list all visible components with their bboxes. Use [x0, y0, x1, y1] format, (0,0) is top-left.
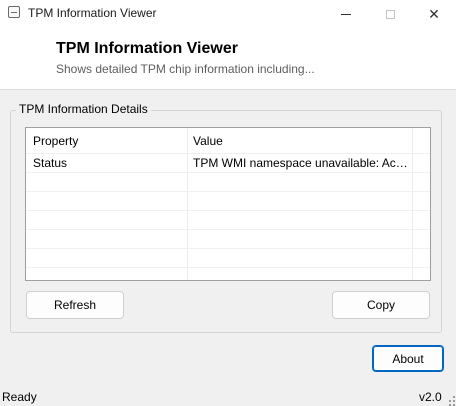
- close-icon: ✕: [428, 5, 440, 22]
- table-header-row: Property Value: [26, 128, 430, 154]
- empty-table-row: [26, 230, 430, 249]
- empty-table-row: [26, 173, 430, 192]
- about-button[interactable]: About: [372, 345, 444, 372]
- refresh-button[interactable]: Refresh: [26, 291, 124, 319]
- column-header-property[interactable]: Property: [33, 128, 183, 152]
- table-row[interactable]: Status TPM WMI namespace unavailable: Ac…: [26, 154, 430, 173]
- table-cell-value: TPM WMI namespace unavailable: Access de…: [193, 156, 411, 170]
- table-cell-property: Status: [33, 156, 68, 170]
- tpm-info-table[interactable]: Property Value Status TPM WMI namespace …: [25, 127, 431, 281]
- maximize-button[interactable]: [368, 0, 412, 28]
- resize-grip-icon[interactable]: [447, 394, 456, 406]
- app-window-icon: [8, 6, 20, 18]
- column-header-value[interactable]: Value: [193, 128, 411, 152]
- status-text: Ready: [2, 390, 37, 404]
- groupbox-title: TPM Information Details: [16, 102, 151, 116]
- close-button[interactable]: ✕: [412, 0, 456, 28]
- empty-table-row: [26, 211, 430, 230]
- minimize-icon: [341, 13, 351, 15]
- status-bar: Ready v2.0: [0, 388, 456, 406]
- maximize-icon: [385, 9, 395, 19]
- header-banner: TPM Information Viewer Shows detailed TP…: [0, 28, 456, 90]
- minimize-button[interactable]: [324, 0, 368, 28]
- main-window: TPM Information Viewer ✕ TPM Information…: [0, 0, 456, 406]
- copy-button[interactable]: Copy: [332, 291, 430, 319]
- header-title: TPM Information Viewer: [56, 40, 238, 57]
- header-subtitle: Shows detailed TPM chip information incl…: [56, 62, 315, 76]
- empty-table-row: [26, 249, 430, 268]
- title-bar[interactable]: TPM Information Viewer ✕: [0, 0, 456, 28]
- window-title: TPM Information Viewer: [28, 6, 157, 20]
- empty-table-row: [26, 192, 430, 211]
- version-label: v2.0: [419, 390, 442, 404]
